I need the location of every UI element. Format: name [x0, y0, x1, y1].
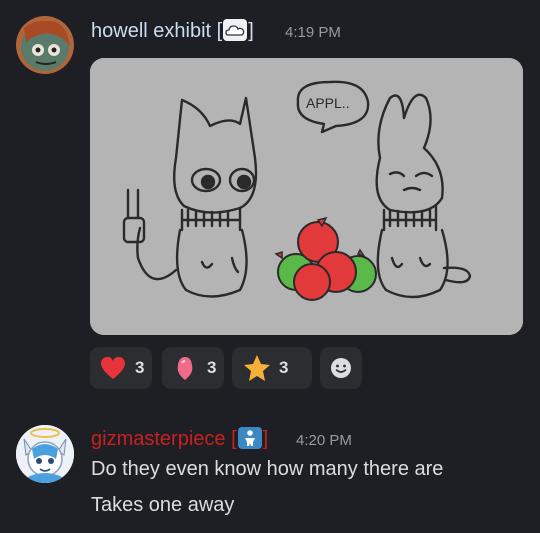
- star-icon: [244, 355, 270, 381]
- message-line: Takes one away: [91, 494, 235, 516]
- message-line: Do they even know how many there are: [91, 458, 444, 480]
- baby-symbol-icon: [237, 426, 262, 449]
- reaction-pink-heart[interactable]: 3: [162, 347, 224, 389]
- red-heart-icon: [100, 356, 126, 379]
- smiley-icon: [331, 358, 351, 378]
- reaction-count: 3: [279, 358, 289, 377]
- cloud-icon: [223, 18, 248, 41]
- avatar[interactable]: [16, 425, 74, 483]
- reaction-count: 3: [135, 358, 145, 377]
- username-text[interactable]: gizmasterpiece: [91, 428, 226, 450]
- timestamp: 4:19 PM: [285, 24, 341, 41]
- reaction-red-heart[interactable]: 3: [90, 347, 152, 389]
- attachment-image[interactable]: APPL..: [90, 58, 523, 335]
- timestamp: 4:20 PM: [296, 432, 352, 449]
- badge-close-bracket: ]: [248, 20, 254, 42]
- speech-bubble-text: APPL..: [306, 95, 350, 111]
- badge-open-bracket: [: [216, 20, 223, 42]
- pink-heart-icon: [177, 357, 193, 380]
- avatar[interactable]: [16, 16, 74, 74]
- username-text[interactable]: howell exhibit: [91, 20, 211, 42]
- badge-close-bracket: ]: [262, 428, 269, 450]
- username[interactable]: howell exhibit [ ]: [91, 18, 254, 43]
- reaction-count: 3: [207, 358, 217, 377]
- username[interactable]: gizmasterpiece [ ]: [91, 426, 269, 451]
- reaction-star[interactable]: 3: [232, 347, 312, 389]
- add-reaction-button[interactable]: [320, 347, 362, 389]
- badge-open-bracket: [: [231, 428, 237, 450]
